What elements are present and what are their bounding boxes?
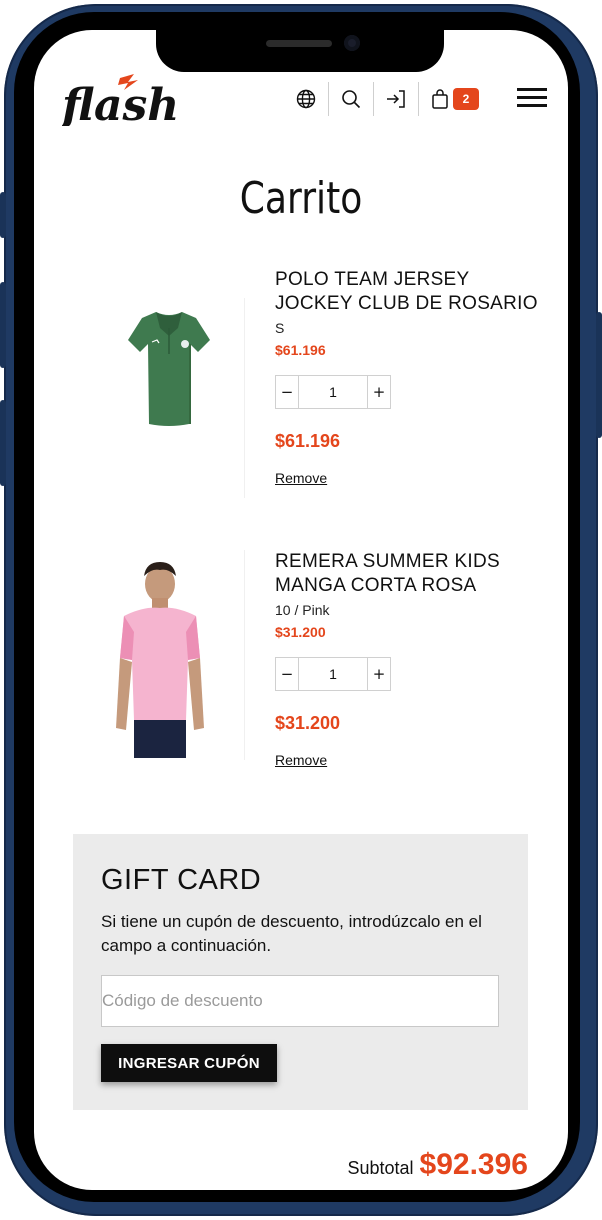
- item-title[interactable]: POLO TEAM JERSEY JOCKEY CLUB DE ROSARIO: [275, 268, 545, 316]
- item-variant: S: [275, 320, 285, 336]
- item-title[interactable]: REMERA SUMMER KIDS MANGA CORTA ROSA: [275, 550, 545, 598]
- phone-side-button: [0, 400, 6, 486]
- phone-side-button: [0, 282, 6, 368]
- item-variant: 10 / Pink: [275, 602, 330, 618]
- item-line-total: $31.200: [275, 713, 341, 733]
- apply-coupon-button[interactable]: INGRESAR CUPÓN: [101, 1044, 277, 1082]
- menu-icon[interactable]: [517, 88, 547, 110]
- logo-wordmark: flash: [62, 80, 179, 126]
- phone-side-button: [596, 312, 602, 438]
- remove-item-link[interactable]: Remove: [275, 752, 327, 768]
- increase-quantity-button[interactable]: +: [368, 376, 390, 408]
- decrease-quantity-button[interactable]: −: [276, 658, 298, 690]
- gift-card-description: Si tiene un cupón de descuento, introdúz…: [101, 912, 482, 955]
- speaker-grille: [266, 40, 332, 47]
- globe-icon[interactable]: [284, 82, 328, 116]
- item-divider: [244, 550, 245, 760]
- flash-logo[interactable]: flash: [59, 74, 182, 131]
- subtotal-label: Subtotal: [347, 1158, 414, 1178]
- item-details: POLO TEAM JERSEY JOCKEY CLUB DE ROSARIO …: [275, 268, 545, 487]
- phone-side-button: [0, 192, 6, 238]
- login-icon[interactable]: [374, 82, 418, 116]
- increase-quantity-button[interactable]: +: [368, 658, 390, 690]
- quantity-stepper: − 1 +: [275, 375, 391, 409]
- cart-icon[interactable]: 2: [419, 82, 479, 116]
- quantity-stepper: − 1 +: [275, 657, 391, 691]
- cart-count-badge: 2: [453, 88, 479, 110]
- subtotal: Subtotal $92.396: [347, 1148, 528, 1182]
- camera-icon: [344, 35, 360, 51]
- quantity-field[interactable]: 1: [298, 658, 368, 690]
- discount-code-input[interactable]: [101, 975, 499, 1027]
- item-details: REMERA SUMMER KIDS MANGA CORTA ROSA 10 /…: [275, 550, 545, 769]
- quantity-field[interactable]: 1: [298, 376, 368, 408]
- subtotal-value: $92.396: [419, 1148, 528, 1181]
- gift-card-panel: GIFT CARD Si tiene un cupón de descuento…: [73, 834, 528, 1110]
- page-title: Carrito: [239, 173, 363, 224]
- search-icon[interactable]: [329, 82, 373, 116]
- phone-notch: [156, 30, 444, 72]
- product-image[interactable]: [94, 306, 244, 440]
- header-icons: 2: [284, 82, 479, 116]
- remove-item-link[interactable]: Remove: [275, 470, 327, 486]
- item-divider: [244, 298, 245, 498]
- item-unit-price: $61.196: [275, 342, 326, 358]
- decrease-quantity-button[interactable]: −: [276, 376, 298, 408]
- product-image[interactable]: [94, 558, 224, 762]
- item-unit-price: $31.200: [275, 624, 326, 640]
- screen: flash 2 Carrito POLO TEAM JERSEY JOCKEY …: [34, 30, 568, 1190]
- gift-card-title: GIFT CARD: [101, 864, 262, 896]
- item-line-total: $61.196: [275, 431, 341, 451]
